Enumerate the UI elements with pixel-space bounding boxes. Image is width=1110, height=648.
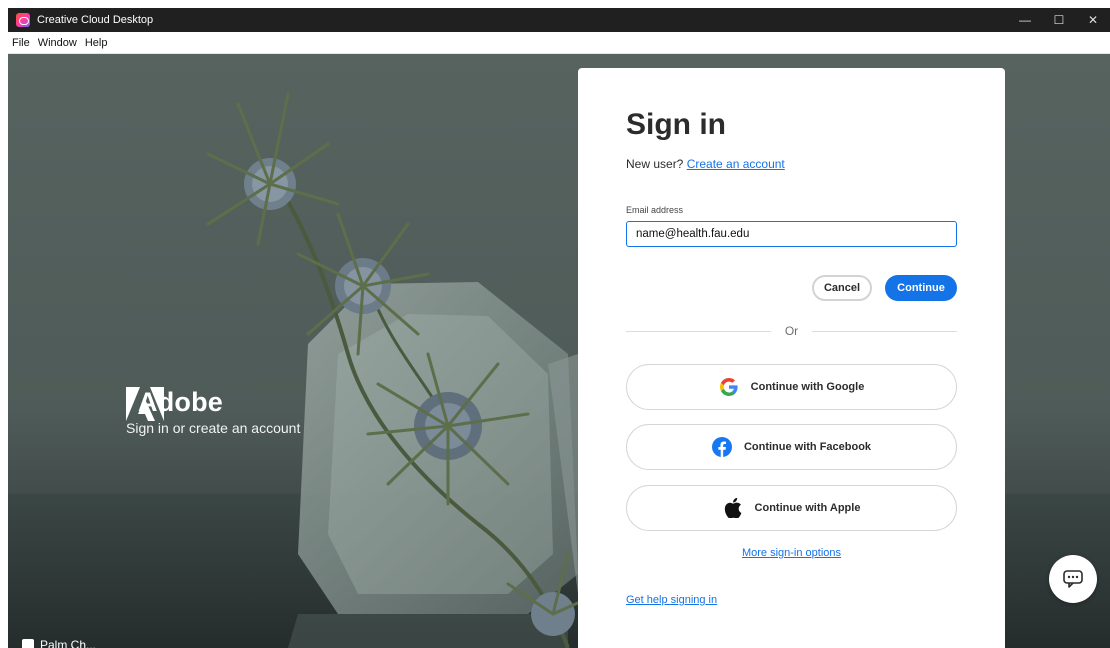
photo-credit-text: Palm Ch... xyxy=(40,638,97,648)
divider-line-right xyxy=(812,331,957,332)
facebook-icon xyxy=(711,437,732,457)
window-controls: — ☐ ✕ xyxy=(1008,8,1110,32)
apple-label: Continue with Apple xyxy=(754,502,861,514)
menu-help[interactable]: Help xyxy=(81,37,112,49)
continue-with-facebook-button[interactable]: Continue with Facebook xyxy=(626,424,957,470)
create-account-link[interactable]: Create an account xyxy=(687,157,785,171)
more-signin-options-link[interactable]: More sign-in options xyxy=(742,547,841,559)
chat-icon xyxy=(1063,570,1083,588)
photo-credit: Palm Ch... xyxy=(22,638,96,648)
maximize-button[interactable]: ☐ xyxy=(1042,8,1076,32)
new-user-text: New user? xyxy=(626,157,684,171)
chat-button[interactable] xyxy=(1049,555,1097,603)
signin-card: Sign in New user? Create an account Emai… xyxy=(578,68,1005,648)
google-label: Continue with Google xyxy=(750,381,865,393)
get-help-signing-in-link[interactable]: Get help signing in xyxy=(626,594,717,606)
continue-with-apple-button[interactable]: Continue with Apple xyxy=(626,485,957,531)
window-title: Creative Cloud Desktop xyxy=(37,14,154,26)
google-icon xyxy=(719,377,739,397)
email-field[interactable] xyxy=(626,221,957,247)
signin-heading: Sign in xyxy=(626,108,726,141)
facebook-label: Continue with Facebook xyxy=(743,441,872,453)
adobe-logo-icon xyxy=(126,387,164,421)
menu-bar: File Window Help xyxy=(8,32,1110,54)
cancel-button[interactable]: Cancel xyxy=(812,275,872,301)
menu-file[interactable]: File xyxy=(8,37,34,49)
title-bar: Creative Cloud Desktop — ☐ ✕ xyxy=(8,8,1110,32)
help-row: Get help signing in xyxy=(626,594,717,606)
new-user-line: New user? Create an account xyxy=(626,157,785,171)
close-button[interactable]: ✕ xyxy=(1076,8,1110,32)
menu-window[interactable]: Window xyxy=(34,37,81,49)
continue-with-google-button[interactable]: Continue with Google xyxy=(626,364,957,410)
credit-icon xyxy=(22,639,34,648)
app-frame: Creative Cloud Desktop — ☐ ✕ File Window… xyxy=(0,0,1110,648)
adobe-brand: Adobe Sign in or create an account xyxy=(126,387,300,436)
brand-tagline: Sign in or create an account xyxy=(126,420,301,436)
minimize-button[interactable]: — xyxy=(1008,8,1042,32)
or-divider: Or xyxy=(626,324,957,338)
more-signin-options-row: More sign-in options xyxy=(578,547,1005,559)
creative-cloud-icon xyxy=(16,13,30,27)
email-label: Email address xyxy=(626,205,684,215)
apple-icon xyxy=(723,498,743,518)
continue-button[interactable]: Continue xyxy=(885,275,957,301)
